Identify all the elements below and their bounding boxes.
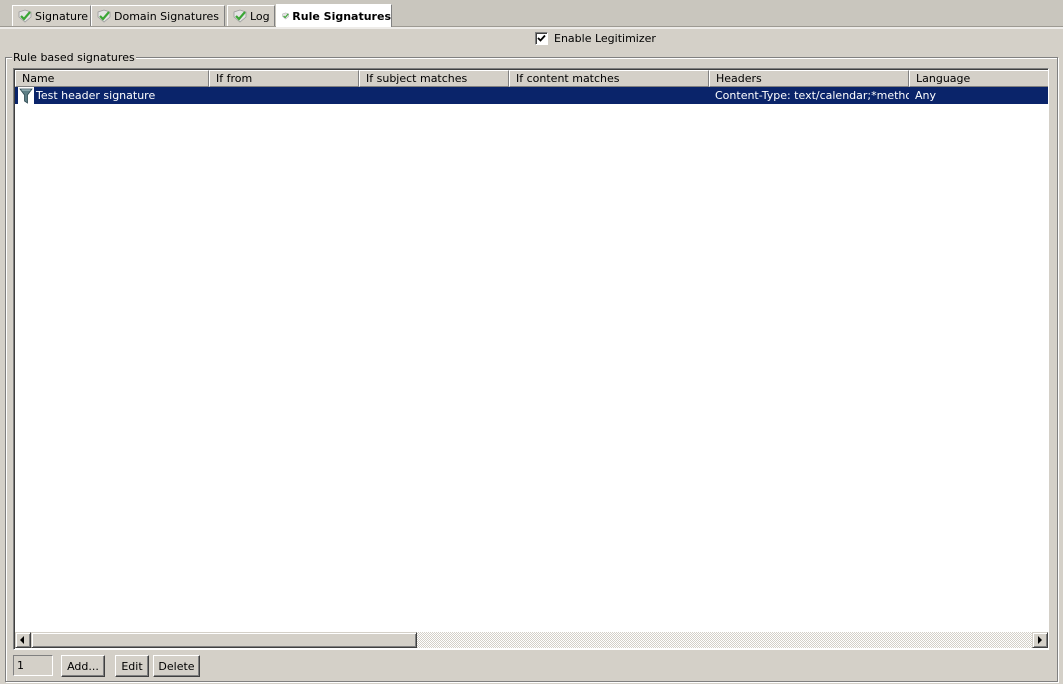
row-name: Test header signature [36,89,156,102]
check-shield-icon [233,9,247,23]
edit-button[interactable]: Edit [115,655,149,677]
delete-button[interactable]: Delete [153,655,200,677]
rule-signatures-list[interactable]: Name If from If subject matches If conte… [13,68,1049,650]
signature-count-field: 1 [13,655,53,676]
tab-label: Domain Signatures [114,9,219,23]
add-button[interactable]: Add... [61,655,105,677]
column-headers: Name If from If subject matches If conte… [15,70,1048,87]
enable-legitimizer-checkbox[interactable] [535,32,548,45]
horizontal-scrollbar[interactable] [15,632,1048,648]
tab-log[interactable]: Log [227,5,275,26]
column-header-language[interactable]: Language [909,70,1048,87]
tab-domain-signatures[interactable]: Domain Signatures [91,5,225,26]
column-header-if-from[interactable]: If from [209,70,359,87]
tab-label: Signature [35,9,89,23]
check-shield-icon [97,9,111,23]
arrow-left-icon [20,636,24,644]
table-row[interactable]: Test header signature Content-Type: text… [15,87,1048,104]
funnel-filter-icon [18,87,34,104]
column-header-if-subject[interactable]: If subject matches [359,70,509,87]
scroll-right-button[interactable] [1032,632,1048,648]
tab-label: Rule Signatures [292,9,391,23]
column-header-if-content[interactable]: If content matches [509,70,709,87]
scroll-thumb[interactable] [31,632,417,648]
check-shield-icon [18,9,32,23]
arrow-right-icon [1038,636,1042,644]
checkmark-icon [537,34,546,42]
check-shield-icon [282,12,289,20]
column-header-headers[interactable]: Headers [709,70,909,87]
group-title: Rule based signatures [12,51,136,64]
enable-legitimizer-row: Enable Legitimizer [535,32,656,45]
enable-legitimizer-label: Enable Legitimizer [554,32,656,45]
cell-name: Test header signature [15,87,209,104]
cell-headers: Content-Type: text/calendar;*method... [715,89,909,102]
scroll-left-button[interactable] [15,632,31,648]
cell-language: Any [915,89,937,102]
column-header-name[interactable]: Name [15,70,209,87]
tab-rule-signatures[interactable]: Rule Signatures [276,4,392,27]
tab-divider [0,27,1063,29]
tab-label: Log [250,9,270,23]
tab-bar: Signature Domain Signatures Log Rule Sig… [0,0,1063,27]
tab-signature[interactable]: Signature [12,5,91,26]
